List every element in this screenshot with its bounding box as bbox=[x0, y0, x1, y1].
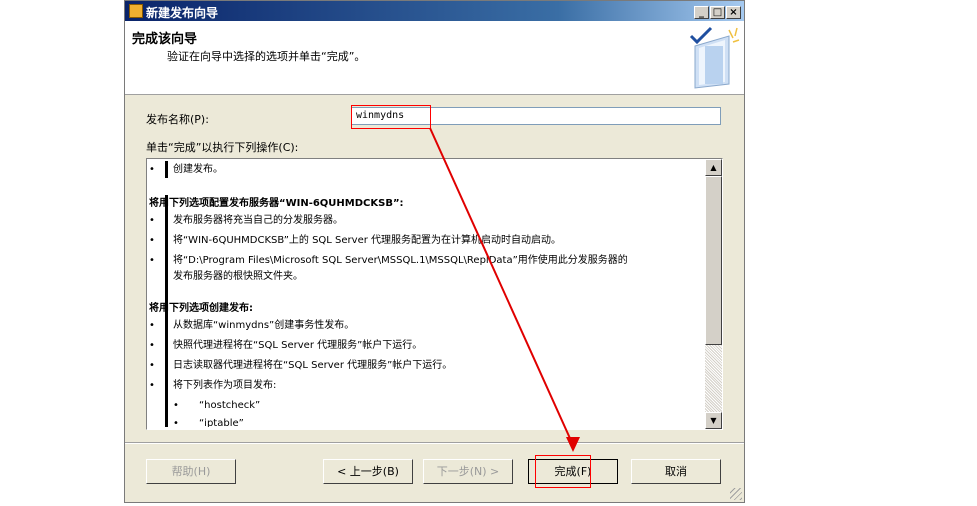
annotation-arrow bbox=[429, 127, 580, 452]
